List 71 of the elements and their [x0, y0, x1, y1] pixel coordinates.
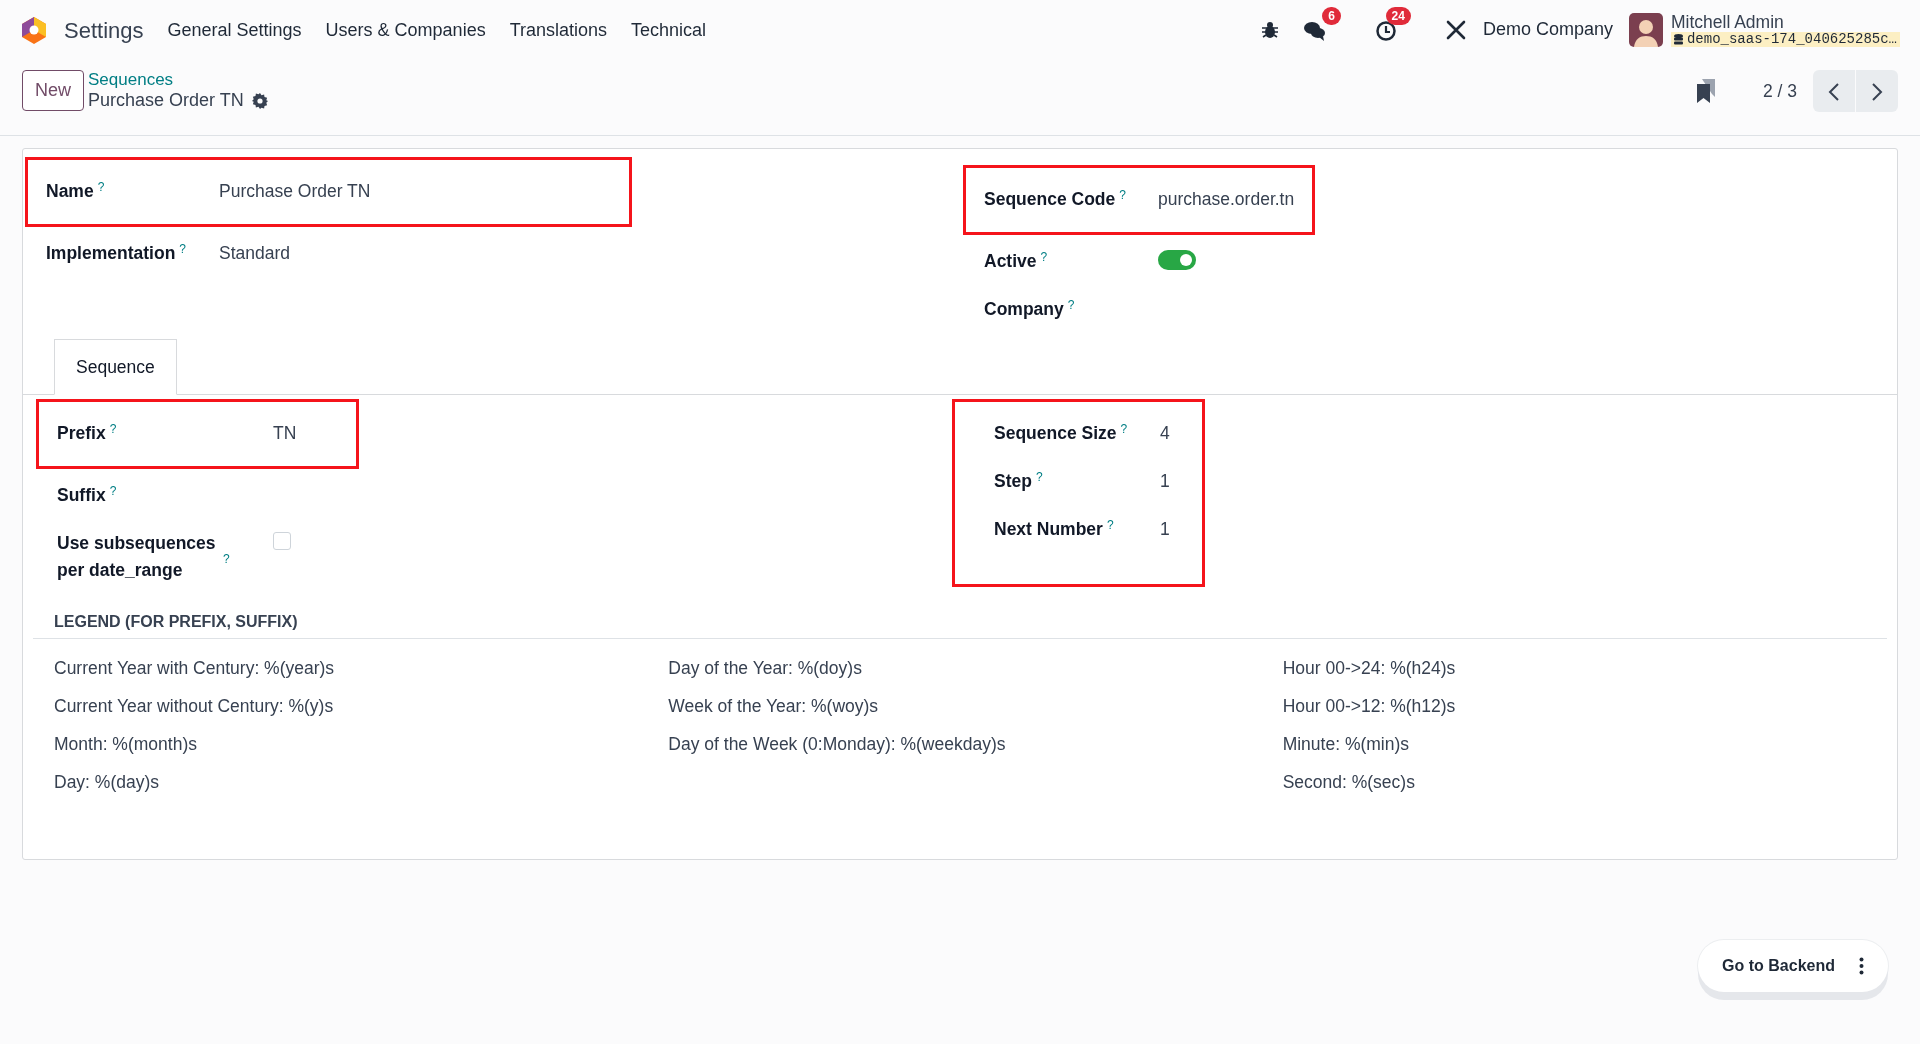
database-icon — [1673, 34, 1683, 46]
notification-badge: 24 — [1385, 6, 1411, 26]
help-icon[interactable]: ? — [1035, 470, 1043, 485]
field-value: 1 — [1160, 470, 1170, 494]
notification-badge: 6 — [1322, 6, 1341, 26]
next-button[interactable] — [1856, 70, 1898, 112]
menu-item[interactable]: Users & Companies — [325, 16, 486, 44]
legend-text: Week of the Year: %(woy)s — [668, 695, 880, 719]
new-button[interactable]: New — [22, 70, 84, 111]
field-label: Active — [984, 251, 1037, 271]
field-value: 4 — [1160, 422, 1170, 446]
section-heading: LEGEND (FOR PREFIX, SUFFIX) — [33, 610, 1887, 640]
field-label: Implementation — [46, 243, 176, 263]
toggle-switch[interactable] — [1158, 250, 1196, 270]
breadcrumb-link[interactable]: Sequences — [88, 70, 268, 91]
database-name: demo_saas-174_040625285c… — [1670, 31, 1900, 48]
field-label: Step — [994, 471, 1032, 492]
field-value: TN — [273, 422, 297, 446]
company-switcher[interactable]: Demo Company — [1482, 16, 1613, 44]
field-label: Use subsequences per date_range — [57, 532, 217, 582]
app-title[interactable]: Settings — [64, 13, 144, 47]
legend-text: Minute: %(min)s — [1282, 733, 1411, 757]
help-icon[interactable]: ? — [109, 422, 117, 437]
help-icon[interactable]: ? — [223, 552, 230, 567]
field-value: 1 — [1160, 518, 1170, 542]
legend-text: Day: %(day)s — [54, 771, 161, 795]
help-icon[interactable]: ? — [109, 484, 117, 499]
field-value: purchase.order.tn — [1158, 188, 1295, 211]
chat-icon[interactable] — [1302, 20, 1327, 43]
field-label: Suffix — [57, 485, 106, 506]
field-label: Sequence Code — [984, 189, 1116, 209]
app-logo-icon[interactable] — [20, 16, 48, 44]
legend-text: Current Year with Century: %(year)s — [54, 657, 336, 681]
pager-value: 2 / 3 — [1762, 79, 1797, 103]
menu-item[interactable]: General Settings — [167, 16, 302, 44]
help-icon[interactable]: ? — [97, 180, 105, 194]
menu-item[interactable]: Technical — [631, 16, 707, 44]
avatar-icon[interactable] — [1628, 13, 1663, 47]
field-label: Sequence Size — [994, 423, 1117, 444]
user-name[interactable]: Mitchell Admin — [1670, 12, 1900, 32]
previous-button[interactable] — [1813, 70, 1855, 112]
field-label: Company — [984, 299, 1064, 319]
help-icon[interactable]: ? — [1067, 298, 1075, 312]
field-label: Prefix — [57, 423, 106, 444]
more-icon[interactable] — [1859, 957, 1864, 975]
help-icon[interactable]: ? — [1040, 250, 1048, 264]
legend-text: Hour 00->12: %(h12)s — [1282, 695, 1457, 719]
legend-text: Current Year without Century: %(y)s — [54, 695, 335, 719]
menu-item[interactable]: Translations — [509, 16, 607, 44]
field-label: Name — [46, 181, 94, 201]
legend-text: Month: %(month)s — [54, 733, 198, 757]
clock-icon[interactable] — [1374, 20, 1397, 43]
record-title: Purchase Order TN — [88, 90, 244, 112]
gear-icon[interactable] — [251, 93, 268, 110]
field-value: Standard — [219, 242, 291, 265]
help-icon[interactable]: ? — [1120, 422, 1128, 437]
chevron-right-icon — [1871, 83, 1883, 102]
chevron-left-icon — [1828, 83, 1840, 102]
field-label: Next Number — [994, 519, 1103, 540]
legend-text: Hour 00->24: %(h24)s — [1282, 657, 1457, 681]
legend-text: Day of the Year: %(doy)s — [668, 657, 863, 681]
help-icon[interactable]: ? — [179, 242, 186, 256]
legend-text: Second: %(sec)s — [1282, 771, 1416, 795]
help-icon[interactable]: ? — [1119, 188, 1126, 202]
bookmark-icon[interactable] — [1696, 79, 1715, 103]
legend-text: Day of the Week (0:Monday): %(weekday)s — [668, 733, 1007, 757]
field-value: Purchase Order TN — [219, 180, 372, 203]
bug-icon[interactable] — [1260, 21, 1279, 39]
notebook-tab[interactable]: Sequence — [54, 339, 177, 396]
checkbox[interactable] — [273, 532, 291, 551]
help-icon[interactable]: ? — [1106, 518, 1114, 533]
